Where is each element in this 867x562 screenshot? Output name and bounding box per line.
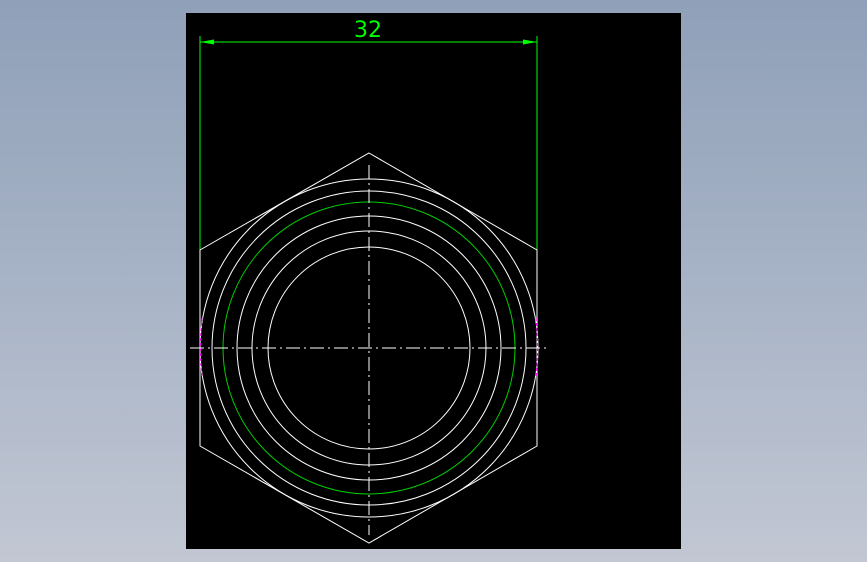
arrow-right-icon: [523, 39, 537, 45]
dimension-value: 32: [354, 18, 382, 43]
hex-nut-drawing: 32: [190, 18, 548, 544]
arrow-left-icon: [200, 39, 214, 45]
centerlines: [190, 165, 548, 535]
